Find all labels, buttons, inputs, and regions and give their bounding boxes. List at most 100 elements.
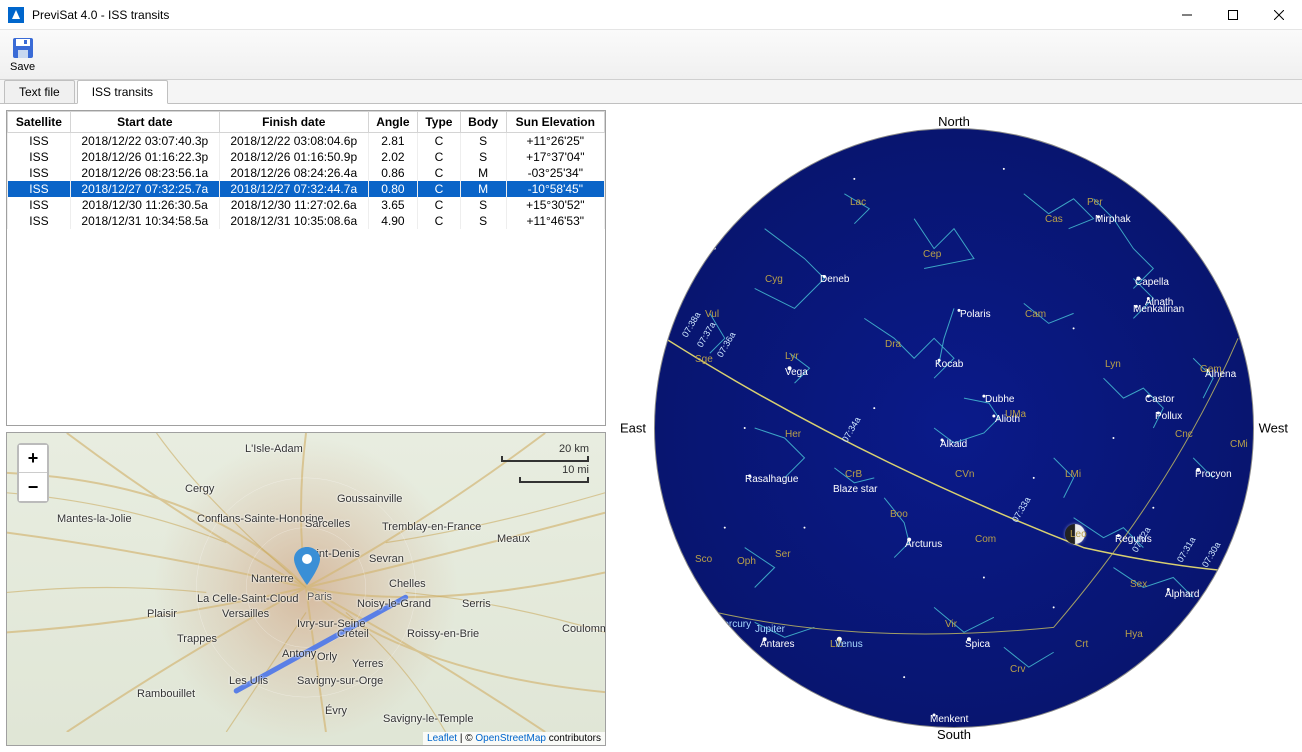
table-cell: ISS xyxy=(8,133,71,150)
map-place-label: Paris xyxy=(307,591,332,603)
maximize-button[interactable] xyxy=(1210,0,1256,30)
map-place-label: Les Ulis xyxy=(229,675,268,687)
leaflet-link[interactable]: Leaflet xyxy=(427,733,457,744)
table-cell: 4.90 xyxy=(368,213,417,229)
window-title: PreviSat 4.0 - ISS transits xyxy=(32,8,1164,22)
map-place-label: Chelles xyxy=(389,578,426,590)
table-cell: 2.81 xyxy=(368,133,417,150)
table-cell: S xyxy=(460,197,506,213)
table-cell: S xyxy=(460,213,506,229)
map-place-label: Savigny-sur-Orge xyxy=(297,675,383,687)
table-cell: 2018/12/26 08:24:26.4a xyxy=(219,165,368,181)
table-row[interactable]: ISS2018/12/30 11:26:30.5a2018/12/30 11:2… xyxy=(8,197,605,213)
map-place-label: Rambouillet xyxy=(137,688,195,700)
save-label: Save xyxy=(10,61,35,73)
map-scale: 20 km 10 mi xyxy=(501,443,589,483)
save-button[interactable]: Save xyxy=(6,34,39,75)
compass-west: West xyxy=(1259,421,1288,436)
table-cell: M xyxy=(460,181,506,197)
map-place-label: L'Isle-Adam xyxy=(245,443,303,455)
table-row[interactable]: ISS2018/12/22 03:07:40.3p2018/12/22 03:0… xyxy=(8,133,605,150)
table-cell: S xyxy=(460,133,506,150)
table-cell: +17°37'04" xyxy=(506,149,604,165)
col-sun[interactable]: Sun Elevation xyxy=(506,112,604,133)
table-cell: 0.80 xyxy=(368,181,417,197)
table-row[interactable]: ISS2018/12/31 10:34:58.5a2018/12/31 10:3… xyxy=(8,213,605,229)
transits-table[interactable]: Satellite Start date Finish date Angle T… xyxy=(7,111,605,229)
map-place-label: Évry xyxy=(325,705,347,717)
compass-north: North xyxy=(938,114,970,129)
col-satellite[interactable]: Satellite xyxy=(8,112,71,133)
table-cell: 2018/12/22 03:07:40.3p xyxy=(70,133,219,150)
col-start[interactable]: Start date xyxy=(70,112,219,133)
map-place-label: Créteil xyxy=(337,628,369,640)
table-cell: M xyxy=(460,165,506,181)
table-cell: +15°30'52" xyxy=(506,197,604,213)
table-cell: ISS xyxy=(8,165,71,181)
map-place-label: Antony xyxy=(282,648,316,660)
table-cell: 2018/12/26 08:23:56.1a xyxy=(70,165,219,181)
table-cell: C xyxy=(418,197,461,213)
map-panel[interactable]: L'Isle-AdamCergyGoussainvilleConflans-Sa… xyxy=(6,432,606,746)
map-place-label: Nanterre xyxy=(251,573,294,585)
main-content: Satellite Start date Finish date Angle T… xyxy=(0,104,1302,752)
map-zoom-control: + − xyxy=(17,443,49,503)
zoom-out-button[interactable]: − xyxy=(19,473,47,501)
table-cell: 2018/12/31 10:34:58.5a xyxy=(70,213,219,229)
zoom-in-button[interactable]: + xyxy=(19,445,47,473)
map-attribution: Leaflet | © OpenStreetMap contributors xyxy=(423,732,605,745)
col-finish[interactable]: Finish date xyxy=(219,112,368,133)
table-cell: C xyxy=(418,133,461,150)
table-row[interactable]: ISS2018/12/27 07:32:25.7a2018/12/27 07:3… xyxy=(8,181,605,197)
table-cell: C xyxy=(418,213,461,229)
table-cell: 2018/12/26 01:16:50.9p xyxy=(219,149,368,165)
table-cell: ISS xyxy=(8,213,71,229)
table-row[interactable]: ISS2018/12/26 08:23:56.1a2018/12/26 08:2… xyxy=(8,165,605,181)
map-place-label: Versailles xyxy=(222,608,269,620)
close-button[interactable] xyxy=(1256,0,1302,30)
map-place-label: Trappes xyxy=(177,633,217,645)
tab-text-file[interactable]: Text file xyxy=(4,80,75,103)
sky-chart[interactable]: DenebVegaPolarisKocabMirphakCapellaAlnat… xyxy=(654,128,1254,728)
tab-bar: Text file ISS transits xyxy=(0,80,1302,104)
col-body[interactable]: Body xyxy=(460,112,506,133)
map-place-label: Coulommiers xyxy=(562,623,606,635)
table-cell: ISS xyxy=(8,197,71,213)
table-row[interactable]: ISS2018/12/26 01:16:22.3p2018/12/26 01:1… xyxy=(8,149,605,165)
compass-east: East xyxy=(620,421,646,436)
map-place-label: Serris xyxy=(462,598,491,610)
table-cell: 2018/12/27 07:32:25.7a xyxy=(70,181,219,197)
table-cell: 2.02 xyxy=(368,149,417,165)
table-cell: 3.65 xyxy=(368,197,417,213)
col-angle[interactable]: Angle xyxy=(368,112,417,133)
map-place-label: Mantes-la-Jolie xyxy=(57,513,132,525)
map-place-label: Noisy-le-Grand xyxy=(357,598,431,610)
table-cell: ISS xyxy=(8,149,71,165)
table-cell: 2018/12/22 03:08:04.6p xyxy=(219,133,368,150)
map-place-label: Sarcelles xyxy=(305,518,350,530)
table-cell: S xyxy=(460,149,506,165)
tab-iss-transits[interactable]: ISS transits xyxy=(77,80,168,104)
moon-icon xyxy=(1065,524,1085,544)
table-cell: +11°26'25" xyxy=(506,133,604,150)
app-icon xyxy=(8,7,24,23)
table-cell: C xyxy=(418,165,461,181)
table-cell: 2018/12/26 01:16:22.3p xyxy=(70,149,219,165)
save-icon xyxy=(11,36,35,60)
titlebar: PreviSat 4.0 - ISS transits xyxy=(0,0,1302,30)
col-type[interactable]: Type xyxy=(418,112,461,133)
map-pin-icon xyxy=(294,547,320,588)
transits-table-wrap: Satellite Start date Finish date Angle T… xyxy=(6,110,606,426)
constellation-lines xyxy=(655,129,1253,727)
map-place-label: Goussainville xyxy=(337,493,402,505)
map-place-label: Sevran xyxy=(369,553,404,565)
table-cell: 2018/12/30 11:27:02.6a xyxy=(219,197,368,213)
minimize-button[interactable] xyxy=(1164,0,1210,30)
table-cell: ISS xyxy=(8,181,71,197)
left-column: Satellite Start date Finish date Angle T… xyxy=(6,110,606,746)
map-place-label: Meaux xyxy=(497,533,530,545)
table-cell: +11°46'53" xyxy=(506,213,604,229)
osm-link[interactable]: OpenStreetMap xyxy=(475,733,546,744)
table-cell: -03°25'34" xyxy=(506,165,604,181)
map-place-label: Orly xyxy=(317,651,337,663)
